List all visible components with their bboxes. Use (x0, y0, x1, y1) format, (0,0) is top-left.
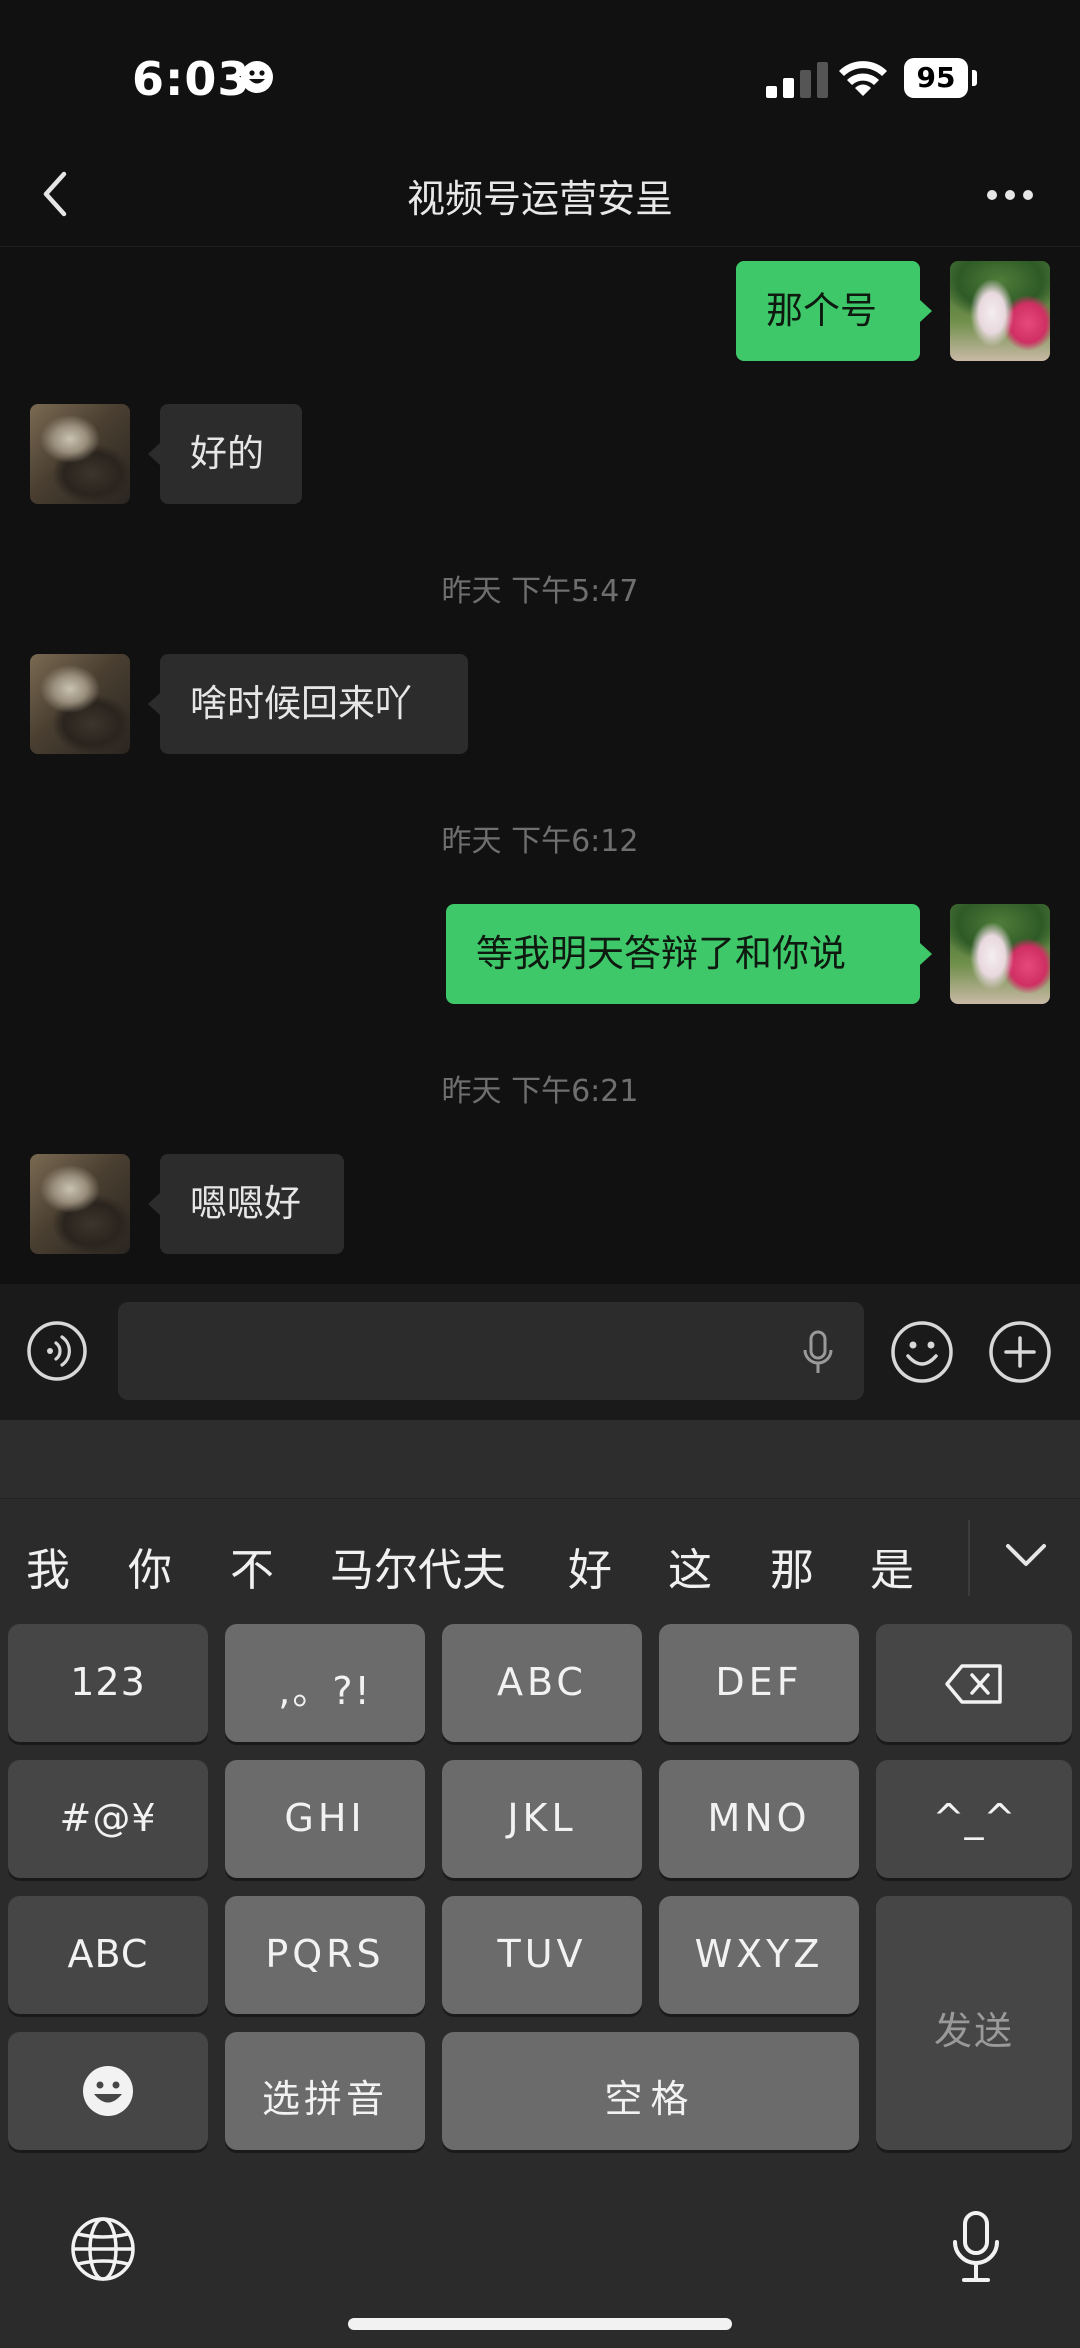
keyboard-toolbar (0, 1420, 1080, 1499)
dictation-microphone-icon[interactable] (950, 2210, 1002, 2284)
message-bubble-incoming[interactable]: 嗯嗯好 (160, 1154, 344, 1254)
my-avatar[interactable] (950, 904, 1050, 1004)
key-label: ^_^ (932, 1796, 1016, 1840)
message-input[interactable] (118, 1302, 864, 1400)
key-label: ABC (497, 1660, 587, 1704)
send-label: 发送 (933, 2009, 1014, 2053)
key-pqrs[interactable]: PQRS (225, 1896, 425, 2014)
key-label: WXYZ (694, 1932, 824, 1976)
candidate-word[interactable]: 马尔代夫 (330, 1534, 506, 1598)
microphone-icon[interactable] (798, 1328, 838, 1378)
key-jkl[interactable]: JKL (442, 1760, 642, 1878)
candidate-word[interactable]: 我 (26, 1534, 70, 1598)
key-mno[interactable]: MNO (659, 1760, 859, 1878)
key-label: 选拼音 (261, 2077, 388, 2121)
key-ghi[interactable]: GHI (225, 1760, 425, 1878)
pinyin-key[interactable]: 选拼音 (225, 2032, 425, 2150)
cellular-signal-icon (766, 62, 828, 98)
contact-avatar[interactable] (30, 654, 130, 754)
bubble-tail (148, 443, 160, 465)
globe-icon[interactable] (70, 2216, 136, 2282)
message-bubble-outgoing[interactable]: 那个号 (736, 261, 920, 361)
candidate-word[interactable]: 是 (870, 1534, 914, 1598)
key-punctuation[interactable]: ,。?! (225, 1624, 425, 1742)
plus-icon[interactable] (988, 1320, 1052, 1384)
key-def[interactable]: DEF (659, 1624, 859, 1742)
message-timestamp: 昨天 下午6:12 (441, 824, 639, 859)
my-avatar[interactable] (950, 261, 1050, 361)
status-time: 6:03 (132, 52, 251, 106)
emoji-key[interactable] (8, 2032, 208, 2150)
key-label: JKL (507, 1796, 577, 1840)
battery-tip (972, 70, 977, 86)
candidate-word[interactable]: 这 (668, 1534, 712, 1598)
candidate-word[interactable]: 那 (770, 1534, 814, 1598)
message-bubble-outgoing[interactable]: 等我明天答辩了和你说 (446, 904, 920, 1004)
key-abc[interactable]: ABC (442, 1624, 642, 1742)
key-label: GHI (284, 1796, 366, 1840)
space-key[interactable]: 空格 (442, 2032, 859, 2150)
candidate-divider (968, 1520, 970, 1596)
candidate-word[interactable]: 不 (230, 1534, 274, 1598)
key-label: 123 (70, 1660, 146, 1704)
key-label: ABC (67, 1932, 149, 1976)
bubble-tail (920, 300, 932, 322)
send-key[interactable]: 发送 (876, 1896, 1072, 2150)
contact-avatar[interactable] (30, 1154, 130, 1254)
key-wxyz[interactable]: WXYZ (659, 1896, 859, 2014)
message-timestamp: 昨天 下午6:21 (441, 1074, 639, 1109)
candidate-word[interactable]: 你 (128, 1534, 172, 1598)
key-label: PQRS (265, 1932, 385, 1976)
key-label: #@¥ (59, 1796, 157, 1840)
wifi-icon (839, 61, 887, 96)
bubble-tail (148, 693, 160, 715)
contact-avatar[interactable] (30, 404, 130, 504)
message-bubble-incoming[interactable]: 啥时候回来吖 (160, 654, 468, 754)
emoji-icon[interactable] (890, 1320, 954, 1384)
key-label: 空格 (604, 2077, 697, 2121)
key-label: MNO (707, 1796, 811, 1840)
key-emoticon[interactable]: ^_^ (876, 1760, 1072, 1878)
key-label: ,。?! (278, 1669, 372, 1713)
message-timestamp: 昨天 下午5:47 (441, 574, 639, 609)
key-tuv[interactable]: TUV (442, 1896, 642, 2014)
key-label: DEF (715, 1660, 803, 1704)
battery-level: 95 (904, 58, 968, 98)
chat-title: 视频号运营安呈 (406, 177, 673, 221)
key-symbols[interactable]: #@¥ (8, 1760, 208, 1878)
key-label: TUV (497, 1932, 587, 1976)
backspace-key[interactable] (876, 1624, 1072, 1742)
message-bubble-incoming[interactable]: 好的 (160, 404, 302, 504)
smiley-icon (83, 2066, 133, 2116)
focus-smiley-icon (241, 61, 273, 93)
key-123[interactable]: 123 (8, 1624, 208, 1742)
voice-icon[interactable] (26, 1320, 88, 1382)
candidate-word[interactable]: 好 (568, 1534, 612, 1598)
bubble-tail (148, 1193, 160, 1215)
more-dots-icon[interactable] (986, 188, 1034, 202)
home-indicator[interactable] (348, 2318, 732, 2330)
bubble-tail (920, 943, 932, 965)
key-abc-switch[interactable]: ABC (8, 1896, 208, 2014)
chevron-down-icon[interactable] (1004, 1540, 1048, 1570)
backspace-icon (945, 1664, 1002, 1704)
